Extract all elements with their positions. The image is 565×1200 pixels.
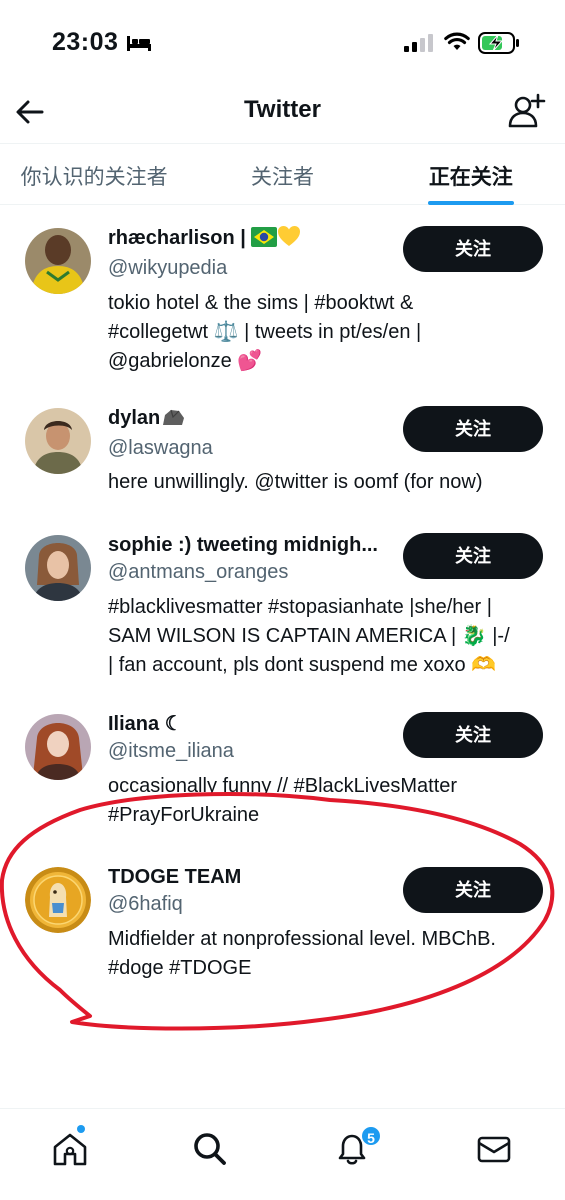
tab-followers[interactable]: 关注者 xyxy=(188,144,376,204)
wifi-icon xyxy=(444,32,470,50)
avatar[interactable] xyxy=(25,228,91,294)
search-icon[interactable] xyxy=(190,1129,230,1169)
bed-icon xyxy=(127,36,151,51)
display-name[interactable]: Iliana ☾ xyxy=(108,710,398,738)
tab-following[interactable]: 正在关注 xyxy=(377,144,565,205)
user-bio: #blacklivesmatter #stopasianhate |she/he… xyxy=(108,596,510,676)
avatar[interactable] xyxy=(25,535,91,601)
header: Twitter xyxy=(0,88,565,144)
follow-button[interactable]: 关注 xyxy=(403,533,543,579)
display-name[interactable]: dylan xyxy=(108,404,398,435)
user-bio: Midfielder at nonprofessional level. MBC… xyxy=(108,928,496,979)
mail-icon[interactable] xyxy=(474,1129,514,1169)
user-bio: occasionally funny // #BlackLivesMatter … xyxy=(108,775,458,826)
signal-icon xyxy=(404,34,433,52)
status-time: 23:03 xyxy=(52,28,119,56)
brazil-flag-icon xyxy=(251,227,278,255)
avatar[interactable] xyxy=(25,714,91,780)
follow-button[interactable]: 关注 xyxy=(403,867,543,913)
rock-icon xyxy=(160,407,186,435)
tab-bar: 你认识的关注者 关注者 正在关注 xyxy=(0,143,565,205)
follow-button[interactable]: 关注 xyxy=(403,226,543,272)
page-title: Twitter xyxy=(244,96,321,123)
tdoge-coin-avatar[interactable] xyxy=(25,867,91,933)
home-unread-dot xyxy=(77,1125,85,1133)
yellow-heart-icon xyxy=(277,225,301,255)
follow-button[interactable]: 关注 xyxy=(403,712,543,758)
display-name[interactable]: rhæcharlison | xyxy=(108,224,398,255)
status-bar: 23:03 xyxy=(0,0,565,88)
user-bio: here unwillingly. @twitter is oomf (for … xyxy=(108,471,483,493)
home-icon[interactable] xyxy=(50,1129,90,1169)
follow-button[interactable]: 关注 xyxy=(403,406,543,452)
add-user-icon[interactable] xyxy=(506,92,546,132)
display-name[interactable]: sophie :) tweeting midnigh... xyxy=(108,531,398,559)
bottom-nav: 5 xyxy=(0,1108,565,1200)
battery-charging-icon xyxy=(478,32,519,54)
notification-badge: 5 xyxy=(360,1125,382,1147)
avatar[interactable] xyxy=(25,408,91,474)
tab-followers-you-know[interactable]: 你认识的关注者 xyxy=(0,144,188,204)
display-name[interactable]: TDOGE TEAM xyxy=(108,863,398,891)
user-bio: tokio hotel & the sims | #booktwt & #col… xyxy=(108,292,422,372)
